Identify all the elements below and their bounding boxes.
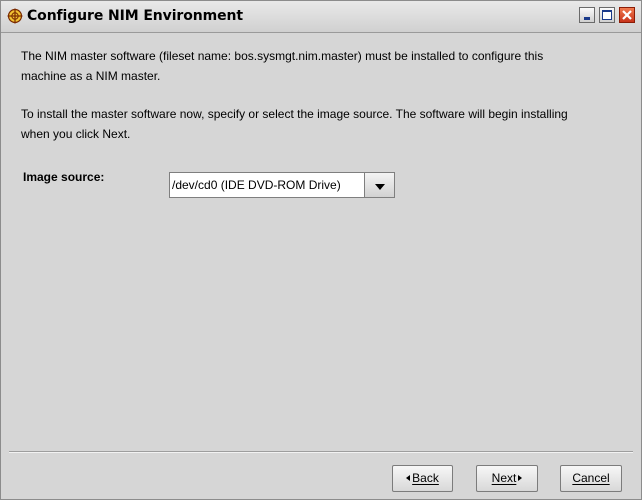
app-icon	[7, 8, 23, 24]
cancel-button[interactable]: Cancel	[560, 465, 622, 492]
image-source-combobox[interactable]: /dev/cd0 (IDE DVD-ROM Drive)	[169, 172, 395, 198]
image-source-label: Image source:	[23, 170, 105, 184]
minimize-button[interactable]	[579, 7, 595, 23]
next-button-label: Next	[491, 471, 517, 485]
close-icon	[622, 10, 632, 20]
maximize-icon	[602, 10, 612, 20]
info-paragraph-install-instructions: To install the master software now, spec…	[21, 107, 568, 141]
next-button[interactable]: Next	[476, 465, 538, 492]
close-button[interactable]	[619, 7, 635, 23]
window-title: Configure NIM Environment	[27, 8, 243, 24]
image-source-dropdown-button[interactable]	[365, 172, 395, 198]
maximize-button[interactable]	[599, 7, 615, 23]
next-arrow-icon	[518, 475, 523, 481]
button-bar: Back Next Cancel	[9, 453, 633, 499]
cancel-button-label: Cancel	[572, 471, 610, 485]
back-button[interactable]: Back	[392, 465, 453, 492]
image-source-field[interactable]: /dev/cd0 (IDE DVD-ROM Drive)	[169, 172, 365, 198]
dialog-content: The NIM master software (fileset name: b…	[9, 33, 633, 451]
chevron-down-icon	[375, 184, 385, 190]
minimize-icon	[584, 17, 590, 20]
title-bar[interactable]: Configure NIM Environment	[1, 1, 641, 33]
back-arrow-icon	[406, 475, 411, 481]
dialog-window: Configure NIM Environment The NIM master…	[0, 0, 642, 500]
back-button-label: Back	[412, 471, 439, 485]
info-paragraph-master-software: The NIM master software (fileset name: b…	[21, 49, 544, 83]
